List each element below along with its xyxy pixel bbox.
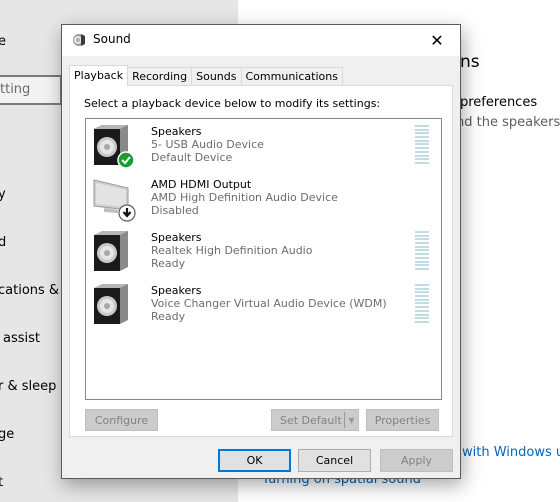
dialog-title: Sound (93, 32, 131, 46)
tab-recording[interactable]: Recording (127, 67, 193, 85)
device-description: 5- USB Audio Device (151, 138, 264, 151)
configure-button[interactable]: Configure (85, 409, 158, 431)
device-item[interactable]: Speakers Voice Changer Virtual Audio Dev… (86, 278, 441, 331)
device-description: Voice Changer Virtual Audio Device (WDM) (151, 297, 387, 310)
sidebar-item[interactable]: e (0, 34, 6, 49)
device-description: Realtek High Definition Audio (151, 244, 313, 257)
preferences-description: nd the speakers or (456, 115, 560, 130)
instruction-text: Select a playback device below to modify… (84, 97, 381, 110)
apply-button[interactable]: Apply (380, 449, 453, 472)
tab-playback[interactable]: Playback (69, 65, 129, 86)
device-name: Speakers (151, 284, 202, 297)
sound-dialog: Sound ✕ Playback Recording Sounds Commun… (61, 24, 461, 479)
speaker-icon (94, 231, 128, 271)
device-status: Ready (151, 257, 186, 270)
search-input-text: tting (0, 82, 31, 97)
sidebar-item[interactable]: ge (0, 427, 14, 442)
volume-level-meter (415, 125, 429, 166)
section-heading: ns (460, 52, 480, 72)
settings-search-input[interactable]: tting (0, 75, 62, 105)
close-icon: ✕ (430, 31, 444, 50)
set-default-button[interactable]: Set Default ▼ (271, 409, 359, 431)
speaker-app-icon (73, 34, 85, 46)
device-status: Default Device (151, 151, 233, 164)
title-bar[interactable]: Sound ✕ (62, 25, 460, 56)
sidebar-item[interactable]: d (0, 235, 6, 250)
sidebar-item[interactable]: r & sleep (0, 379, 56, 394)
close-button[interactable]: ✕ (414, 25, 460, 56)
device-name: Speakers (151, 231, 202, 244)
sidebar-item[interactable]: y (0, 187, 6, 202)
tab-bar: Playback Recording Sounds Communications (69, 65, 343, 86)
tab-communications[interactable]: Communications (240, 67, 343, 85)
cancel-button[interactable]: Cancel (298, 449, 371, 472)
device-name: AMD HDMI Output (151, 178, 252, 191)
speaker-icon (94, 284, 128, 324)
ok-button[interactable]: OK (218, 449, 291, 472)
set-default-label: Set Default (280, 413, 342, 427)
preferences-heading: preferences (460, 95, 538, 110)
playback-panel: Select a playback device below to modify… (69, 85, 453, 437)
sidebar-item[interactable]: t (0, 475, 3, 490)
device-name: Speakers (151, 125, 202, 138)
device-list: Speakers 5- USB Audio Device Default Dev… (85, 118, 442, 400)
volume-level-meter (415, 231, 429, 272)
windows-link[interactable]: with Windows u (462, 445, 560, 460)
sidebar-item[interactable]: assist (3, 331, 40, 346)
tab-sounds[interactable]: Sounds (191, 67, 242, 85)
monitor-icon (93, 179, 136, 222)
chevron-down-icon[interactable]: ▼ (344, 412, 358, 428)
device-item[interactable]: Speakers Realtek High Definition Audio R… (86, 225, 441, 278)
device-status: Ready (151, 310, 186, 323)
device-description: AMD High Definition Audio Device (151, 191, 338, 204)
device-status: Disabled (151, 204, 199, 217)
device-item[interactable]: AMD HDMI Output AMD High Definition Audi… (86, 172, 441, 225)
properties-button[interactable]: Properties (366, 409, 439, 431)
device-item[interactable]: Speakers 5- USB Audio Device Default Dev… (86, 119, 441, 172)
speaker-icon (94, 125, 135, 169)
volume-level-meter (415, 284, 429, 325)
